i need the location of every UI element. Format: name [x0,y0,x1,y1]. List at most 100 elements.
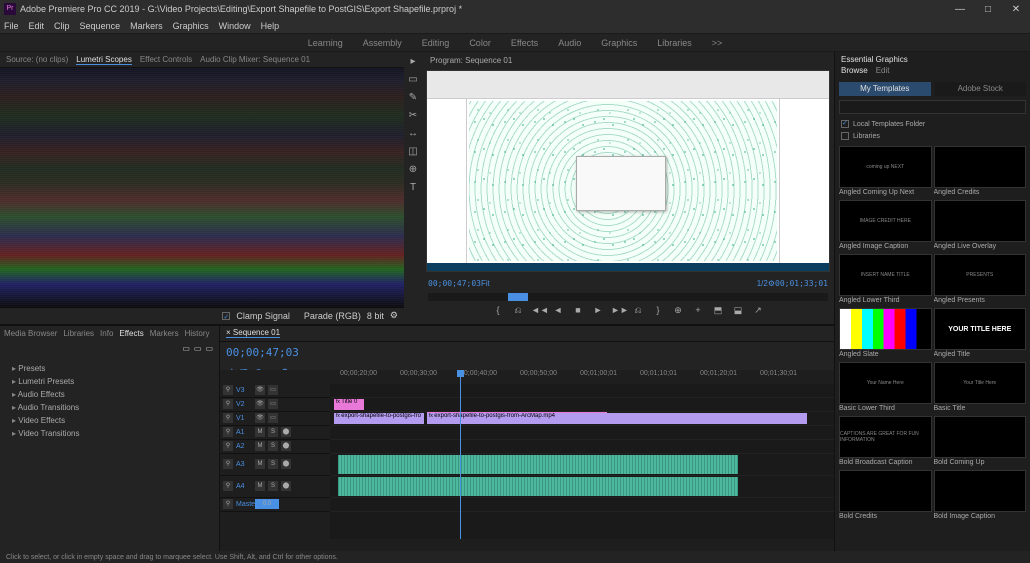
menu-graphics[interactable]: Graphics [173,21,209,31]
eg-template-item[interactable]: IMAGE CREDIT HEREAngled Image Caption [839,200,932,252]
timeline-ruler[interactable]: 00;00;20;00 00;00;30;00 00;00;40;00 00;0… [330,370,834,384]
mark-in-button[interactable]: { [491,305,505,319]
menu-file[interactable]: File [4,21,19,31]
eg-tab-browse[interactable]: Browse [841,66,868,80]
clip-title[interactable]: fx Title 0 [334,399,364,410]
tab-info[interactable]: Info [100,329,113,338]
eg-template-item[interactable]: INSERT NAME TITLEAngled Lower Third [839,254,932,306]
workspace-assembly[interactable]: Assembly [363,38,402,48]
tab-effects[interactable]: Effects [119,329,143,338]
eg-template-item[interactable]: CAPTIONS ARE GREAT FOR FUN INFORMATIONBo… [839,416,932,468]
tree-presets[interactable]: Presets [4,362,215,375]
workspace-libraries[interactable]: Libraries [657,38,692,48]
export-frame-button[interactable]: + [691,305,705,319]
timeline-scrollbar[interactable] [220,539,834,551]
tab-history[interactable]: History [185,329,210,338]
step-forward-button[interactable]: ► [591,305,605,319]
clip-video-1[interactable]: fx export-shapefile-to-postgis-fro [334,413,424,424]
track-a2[interactable] [330,440,834,454]
lift-button[interactable]: } [651,305,665,319]
program-fit-dropdown[interactable]: Fit [481,279,490,288]
scope-type-label[interactable]: Parade (RGB) [304,311,361,321]
track-head-v3[interactable]: ⚲V3👁▭ [220,384,330,398]
type-tool-icon[interactable]: T [406,182,420,196]
minimize-button[interactable]: — [950,2,970,16]
tab-lumetri-scopes[interactable]: Lumetri Scopes [76,55,132,65]
clip-audio-2[interactable] [338,477,738,496]
track-v1[interactable]: fx export-shapefile-to-postgis-fro fx ex… [330,412,834,426]
timeline-timecode[interactable]: 00;00;47;03 [226,346,299,359]
eg-template-item[interactable]: Angled Live Overlay [934,200,1027,252]
clip-audio-1[interactable] [338,455,738,474]
clip-video-2[interactable]: fx export-shapefile-to-postgis-from-ArcM… [427,413,807,424]
close-button[interactable]: ✕ [1006,2,1026,16]
hand-tool-icon[interactable]: ⊕ [406,164,420,178]
fx-badge-icon[interactable]: ▭ [205,344,213,356]
eg-template-item[interactable]: Angled Slate [839,308,932,360]
go-to-out-button[interactable]: ►► [611,305,625,319]
eg-template-item[interactable]: PRESENTSAngled Presents [934,254,1027,306]
menu-clip[interactable]: Clip [54,21,70,31]
play-button[interactable]: ■ [571,305,585,319]
selection-tool-icon[interactable]: ▸ [406,56,420,70]
comparison-view-button[interactable]: ⬒ [711,305,725,319]
pen-tool-icon[interactable]: ◫ [406,146,420,160]
fx-badge-icon[interactable]: ▭ [182,344,190,356]
safe-margins-button[interactable]: ⬓ [731,305,745,319]
add-marker-button[interactable]: ⎌ [511,305,525,319]
track-head-a3[interactable]: ⚲A3MS⬤ [220,454,330,476]
eg-template-item[interactable]: Your Name HereBasic Lower Third [839,362,932,414]
tab-libraries[interactable]: Libraries [63,329,94,338]
track-master[interactable] [330,498,834,512]
eg-template-item[interactable]: Your Title HereBasic Title [934,362,1027,414]
step-back-button[interactable]: ◄ [551,305,565,319]
track-head-master[interactable]: ⚲Master0.0 [220,498,330,512]
go-to-in-button[interactable]: ◄◄ [531,305,545,319]
track-a1[interactable] [330,426,834,440]
wrench-icon[interactable]: ⚙ [768,279,775,288]
tree-video-transitions[interactable]: Video Transitions [4,427,215,440]
track-head-a1[interactable]: ⚲A1MS⬤ [220,426,330,440]
track-select-tool-icon[interactable]: ▭ [406,74,420,88]
eg-template-item[interactable]: Bold Credits [839,470,932,522]
eg-adobe-stock[interactable]: Adobe Stock [935,82,1027,96]
tab-effect-controls[interactable]: Effect Controls [140,55,192,64]
workspace-overflow[interactable]: >> [712,38,723,48]
menu-window[interactable]: Window [219,21,251,31]
extract-button[interactable]: ⊕ [671,305,685,319]
menu-edit[interactable]: Edit [29,21,45,31]
workspace-editing[interactable]: Editing [422,38,450,48]
program-zoom-dropdown[interactable]: 1/2 [757,279,768,288]
program-current-timecode[interactable]: 00;00;47;03 [428,279,481,288]
eg-local-checkbox[interactable] [841,120,849,128]
workspace-effects[interactable]: Effects [511,38,538,48]
workspace-color[interactable]: Color [469,38,491,48]
fx-badge-icon[interactable]: ▭ [194,344,202,356]
razor-tool-icon[interactable]: ✂ [406,110,420,124]
tab-source[interactable]: Source: (no clips) [6,55,68,64]
eg-search-input[interactable] [839,100,1026,114]
tree-video-effects[interactable]: Video Effects [4,414,215,427]
eg-template-item[interactable]: Angled Credits [934,146,1027,198]
mark-out-button[interactable]: ⎌ [631,305,645,319]
tab-media-browser[interactable]: Media Browser [4,329,57,338]
track-a4[interactable] [330,476,834,498]
eg-my-templates[interactable]: My Templates [839,82,931,96]
workspace-graphics[interactable]: Graphics [601,38,637,48]
button-editor-button[interactable]: ↗ [751,305,765,319]
eg-tab-edit[interactable]: Edit [876,66,890,80]
slip-tool-icon[interactable]: ↔ [406,128,420,142]
wrench-icon[interactable]: ⚙ [390,310,398,321]
track-head-v1[interactable]: ⚲V1👁▭ [220,412,330,426]
tree-lumetri-presets[interactable]: Lumetri Presets [4,375,215,388]
tab-markers[interactable]: Markers [150,329,179,338]
tab-audio-mixer[interactable]: Audio Clip Mixer: Sequence 01 [200,55,310,64]
menu-markers[interactable]: Markers [130,21,163,31]
eg-template-item[interactable]: coming up NEXTAngled Coming Up Next [839,146,932,198]
track-head-a4[interactable]: ⚲A4MS⬤ [220,476,330,498]
track-v3[interactable] [330,384,834,398]
playhead[interactable] [460,370,461,539]
track-v2[interactable]: fx Title 0 [330,398,834,412]
track-a3[interactable] [330,454,834,476]
track-head-a2[interactable]: ⚲A2MS⬤ [220,440,330,454]
